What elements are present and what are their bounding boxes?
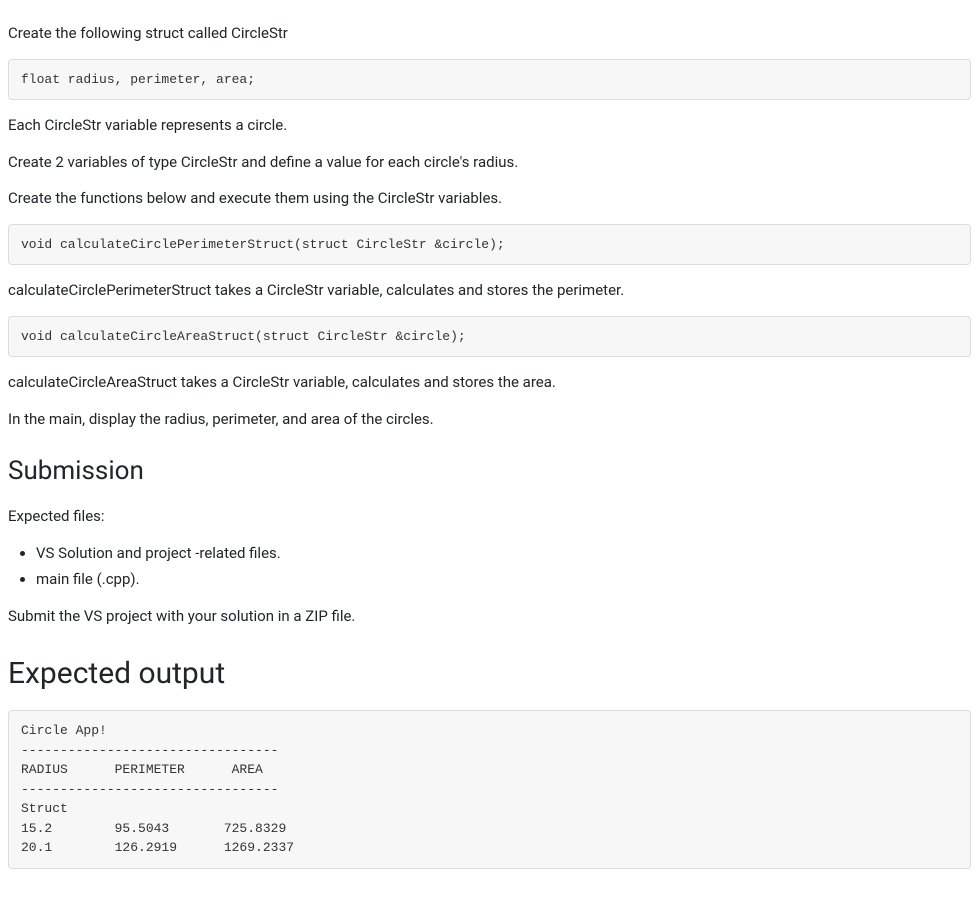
- heading-expected-output: Expected output: [8, 651, 971, 696]
- paragraph-create-functions: Create the functions below and execute t…: [8, 187, 971, 210]
- list-item: main file (.cpp).: [36, 568, 971, 591]
- paragraph-create-variables: Create 2 variables of type CircleStr and…: [8, 151, 971, 174]
- paragraph-main-display: In the main, display the radius, perimet…: [8, 408, 971, 431]
- paragraph-expected-files: Expected files:: [8, 505, 971, 528]
- paragraph-represents-circle: Each CircleStr variable represents a cir…: [8, 114, 971, 137]
- code-area-function: void calculateCircleAreaStruct(struct Ci…: [8, 316, 971, 358]
- heading-submission: Submission: [8, 452, 971, 491]
- paragraph-submit-zip: Submit the VS project with your solution…: [8, 605, 971, 628]
- paragraph-area-desc: calculateCircleAreaStruct takes a Circle…: [8, 371, 971, 394]
- paragraph-perimeter-desc: calculateCirclePerimeterStruct takes a C…: [8, 279, 971, 302]
- expected-files-list: VS Solution and project -related files. …: [8, 542, 971, 591]
- code-perimeter-function: void calculateCirclePerimeterStruct(stru…: [8, 224, 971, 266]
- code-expected-output: Circle App! ----------------------------…: [8, 710, 971, 869]
- code-struct-definition: float radius, perimeter, area;: [8, 59, 971, 101]
- paragraph-create-struct: Create the following struct called Circl…: [8, 22, 971, 45]
- list-item: VS Solution and project -related files.: [36, 542, 971, 565]
